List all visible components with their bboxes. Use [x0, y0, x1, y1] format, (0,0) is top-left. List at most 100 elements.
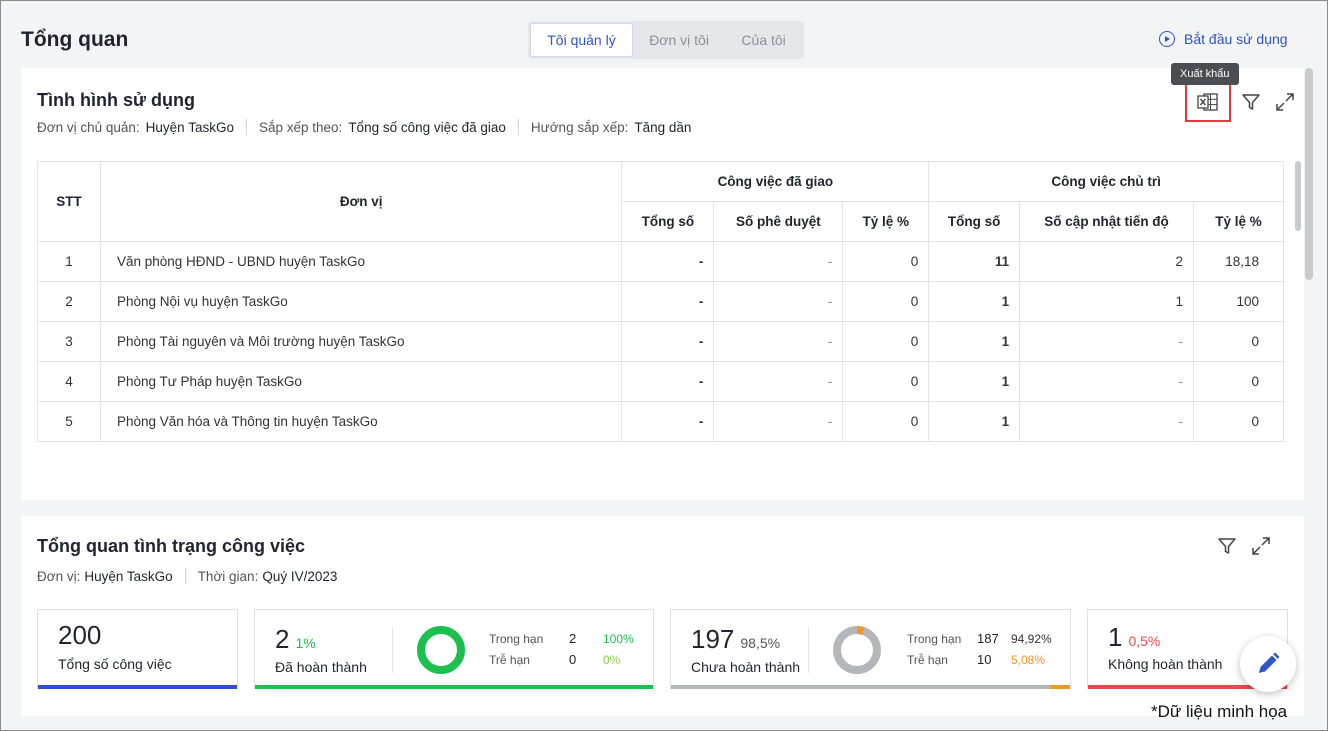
page-scrollbar[interactable] — [1305, 68, 1313, 280]
export-tooltip: Xuất khẩu — [1171, 63, 1239, 85]
stat-failed-value: 1 — [1108, 622, 1123, 652]
pencil-icon — [1259, 652, 1280, 673]
cell-lead-updated: 2 — [1019, 241, 1194, 282]
cell-assigned-total: - — [621, 361, 715, 402]
cell-assigned-total: - — [621, 321, 715, 362]
filter-label: Thời gian: — [197, 568, 259, 584]
tab-toi-quan-ly[interactable]: Tôi quản lý — [530, 23, 633, 57]
filter-value: Tăng dần — [634, 119, 692, 135]
tab-cua-toi[interactable]: Của tôi — [725, 23, 802, 57]
export-excel-button[interactable] — [1185, 82, 1231, 122]
filter-button[interactable] — [1213, 532, 1241, 560]
stat-done-on-time-pct: 100% — [603, 632, 634, 646]
usage-title: Tình hình sử dụng — [37, 90, 196, 110]
top-bar: Tổng quan Tôi quản lý Đơn vị tôi Của tôi… — [1, 1, 1328, 67]
excel-icon — [1197, 93, 1218, 111]
expand-icon — [1252, 537, 1270, 555]
cell-assigned-approved: - — [713, 281, 844, 322]
play-icon — [1159, 31, 1175, 47]
stat-done-label: Đã hoàn thành — [275, 659, 367, 675]
stat-done-value: 2 — [275, 624, 290, 654]
table-row[interactable]: 2 Phòng Nội vụ huyện TaskGo - - 0 1 1 10… — [37, 281, 1285, 322]
overview-filters: Đơn vị: Huyện TaskGo Thời gian: Quý IV/2… — [37, 568, 337, 584]
stat-not-done-on-time-count: 187 — [977, 631, 999, 646]
stat-not-done[interactable]: 197 98,5% Chưa hoàn thành Trong hạn 187 … — [670, 609, 1071, 689]
header-lead-total: Tổng số — [928, 201, 1021, 242]
stat-done-on-time-count: 2 — [569, 631, 577, 646]
cell-lead-ratio: 0 — [1192, 361, 1285, 402]
stat-not-done-pct: 98,5% — [740, 635, 781, 651]
cell-stt: 4 — [37, 361, 101, 402]
filter-value: Huyện TaskGo — [84, 568, 173, 584]
table-row[interactable]: 5 Phòng Văn hóa và Thông tin huyện TaskG… — [37, 401, 1285, 442]
stat-total-bar — [38, 685, 237, 689]
cell-lead-updated: - — [1019, 401, 1194, 442]
cell-lead-updated: - — [1019, 321, 1194, 362]
stat-total-value: 200 — [58, 620, 102, 650]
cell-stt: 5 — [37, 401, 101, 442]
table-row[interactable]: 1 Văn phòng HĐND - UBND huyện TaskGo - -… — [37, 241, 1285, 282]
donut-on-time-arc — [417, 626, 465, 674]
header-assigned-approved: Số phê duyệt — [713, 201, 844, 242]
cell-assigned-ratio: 0 — [842, 281, 930, 322]
table-scrollbar[interactable] — [1295, 161, 1301, 437]
filter-icon — [1242, 94, 1260, 110]
stat-total-label: Tổng số công việc — [58, 656, 172, 672]
stat-not-done-donut — [833, 626, 881, 674]
stat-not-done-late-pct: 5,08% — [1011, 653, 1046, 667]
edit-fab-button[interactable] — [1240, 636, 1296, 692]
stat-done-on-time-label: Trong hạn — [489, 632, 544, 646]
cell-assigned-ratio: 0 — [842, 361, 930, 402]
cell-unit: Văn phòng HĐND - UBND huyện TaskGo — [99, 241, 623, 282]
filter-button[interactable] — [1237, 88, 1265, 116]
stat-failed-head: 1 0,5% — [1108, 622, 1160, 653]
cell-stt: 2 — [37, 281, 101, 322]
stat-done-bar — [255, 685, 653, 689]
stat-not-done-bar — [671, 685, 1070, 689]
filter-value: Tổng số công việc đã giao — [348, 119, 506, 135]
stat-done[interactable]: 2 1% Đã hoàn thành Trong hạn 2 100% Trễ … — [254, 609, 654, 689]
stat-done-late-pct: 0% — [603, 653, 621, 667]
cell-unit: Phòng Tài nguyên và Môi trường huyện Tas… — [99, 321, 623, 362]
stat-failed-label: Không hoàn thành — [1108, 656, 1223, 672]
header-assigned: Công việc đã giao — [621, 161, 930, 202]
tab-don-vi-toi[interactable]: Đơn vị tôi — [633, 23, 725, 57]
table-row[interactable]: 3 Phòng Tài nguyên và Môi trường huyện T… — [37, 321, 1285, 362]
table-row[interactable]: 4 Phòng Tư Pháp huyện TaskGo - - 0 1 - 0 — [37, 361, 1285, 402]
stat-not-done-value: 197 — [691, 624, 735, 654]
stat-not-done-head: 197 98,5% — [691, 624, 780, 655]
stat-not-done-on-time-pct: 94,92% — [1011, 632, 1052, 646]
stat-total[interactable]: 200 Tổng số công việc — [37, 609, 238, 689]
view-tabs: Tôi quản lý Đơn vị tôi Của tôi — [528, 21, 804, 59]
stat-failed-pct: 0,5% — [1128, 633, 1161, 649]
overview-title: Tổng quan tình trạng công việc — [37, 536, 305, 556]
stat-done-pct: 1% — [295, 635, 316, 651]
cell-lead-total: 11 — [928, 241, 1021, 282]
start-button[interactable]: Bắt đầu sử dụng — [1159, 31, 1288, 47]
filter-value: Quý IV/2023 — [262, 568, 338, 584]
header-assigned-total: Tổng số — [621, 201, 715, 242]
stat-not-done-late-label: Trễ hạn — [907, 653, 948, 667]
divider — [184, 568, 186, 584]
cell-stt: 3 — [37, 321, 101, 362]
donut-on-time-arc — [833, 626, 881, 674]
cell-assigned-total: - — [621, 401, 715, 442]
usage-card: Tình hình sử dụng Đơn vị chủ quản: Huyện… — [21, 68, 1304, 500]
cell-stt: 1 — [37, 241, 101, 282]
table-scrollbar-thumb[interactable] — [1295, 161, 1301, 231]
cell-unit: Phòng Tư Pháp huyện TaskGo — [99, 361, 623, 402]
stat-done-donut — [417, 626, 465, 674]
cell-lead-total: 1 — [928, 401, 1021, 442]
cell-lead-ratio: 18,18 — [1192, 241, 1285, 282]
cell-assigned-approved: - — [713, 241, 844, 282]
cell-assigned-ratio: 0 — [842, 241, 930, 282]
expand-button[interactable] — [1271, 88, 1299, 116]
stat-done-late-count: 0 — [569, 652, 577, 667]
illustration-note: *Dữ liệu minh họa — [1151, 702, 1288, 721]
header-stt: STT — [37, 161, 101, 242]
filter-label: Đơn vị: — [37, 568, 81, 584]
expand-button[interactable] — [1247, 532, 1275, 560]
usage-table: STT Đơn vị Công việc đã giao Công việc c… — [37, 161, 1285, 442]
cell-lead-total: 1 — [928, 281, 1021, 322]
divider — [392, 627, 393, 673]
